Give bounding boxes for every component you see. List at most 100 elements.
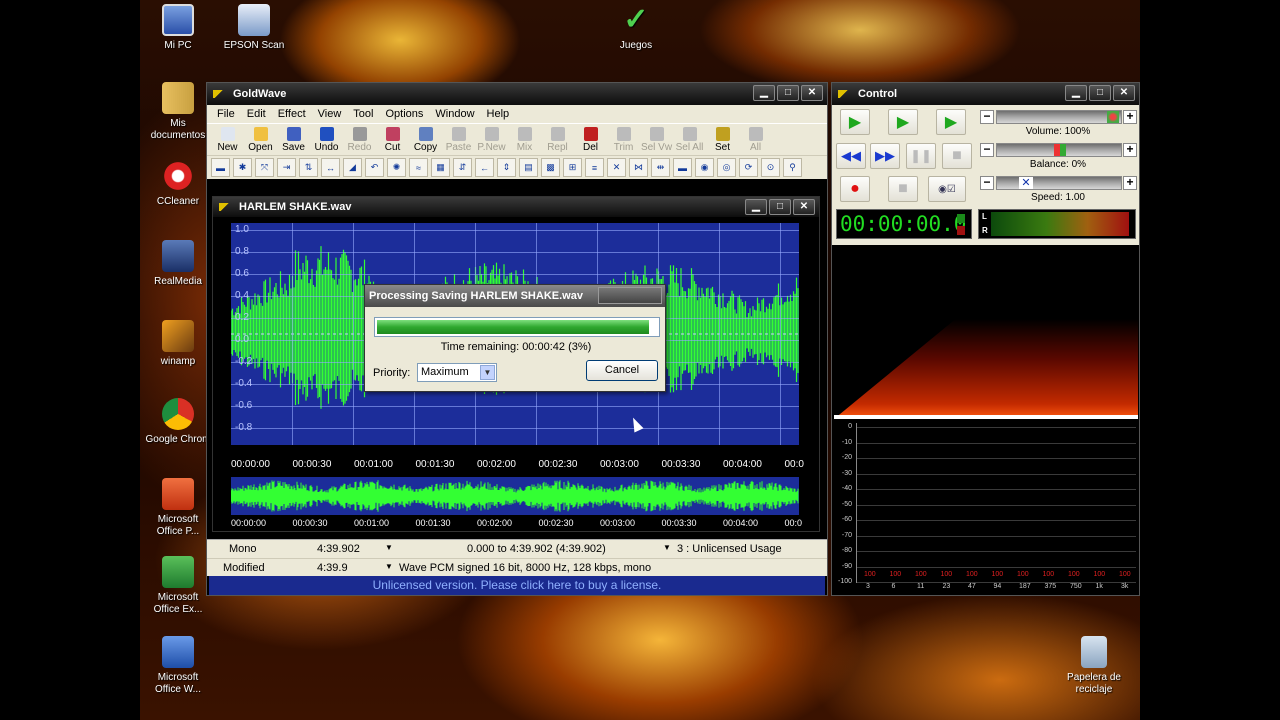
toolbar-mix-button[interactable]: Mix <box>508 127 541 153</box>
desktop-icon-my-computer[interactable]: Mi PC <box>138 4 218 52</box>
toolbar-sel-vw-button[interactable]: Sel Vw <box>640 127 673 153</box>
license-banner[interactable]: Unlicensed version. Please click here to… <box>209 576 825 595</box>
maximize-button[interactable]: □ <box>777 85 799 101</box>
effect-tool-icon[interactable]: ← <box>475 158 494 177</box>
control-titlebar[interactable]: Control ▁ □ ✕ <box>832 83 1139 105</box>
speed-increase-button[interactable]: + <box>1123 176 1137 190</box>
balance-slider[interactable] <box>996 143 1122 157</box>
effect-tool-icon[interactable]: ✺ <box>387 158 406 177</box>
effect-tool-icon[interactable]: ⇅ <box>299 158 318 177</box>
effect-tool-icon[interactable]: ↔ <box>321 158 340 177</box>
play-from-cursor-icon[interactable]: ▶ <box>936 109 966 135</box>
volume-thumb[interactable] <box>1107 111 1119 123</box>
menu-tool[interactable]: Tool <box>347 108 379 120</box>
toolbar-cut-button[interactable]: Cut <box>376 127 409 153</box>
effect-tool-icon[interactable]: ⇥ <box>277 158 296 177</box>
play-icon[interactable]: ▶ <box>840 109 870 135</box>
toolbar-open-button[interactable]: Open <box>244 127 277 153</box>
balance-increase-button[interactable]: + <box>1123 143 1137 157</box>
effect-tool-icon[interactable]: ▬ <box>211 158 230 177</box>
toolbar-p-new-button[interactable]: P.New <box>475 127 508 153</box>
record-icon[interactable]: ● <box>840 176 870 202</box>
menu-window[interactable]: Window <box>429 108 480 120</box>
effect-tool-icon[interactable]: ⚲ <box>783 158 802 177</box>
effect-tool-icon[interactable]: ▦ <box>431 158 450 177</box>
menu-file[interactable]: File <box>211 108 241 120</box>
toolbar-new-button[interactable]: New <box>211 127 244 153</box>
chevron-down-icon[interactable]: ▼ <box>385 543 393 552</box>
effect-tool-icon[interactable]: ◢ <box>343 158 362 177</box>
close-button[interactable]: ✕ <box>793 199 815 215</box>
speed-slider[interactable]: ✕ <box>996 176 1122 190</box>
volume-increase-button[interactable]: + <box>1123 110 1137 124</box>
toolbar-redo-button[interactable]: Redo <box>343 127 376 153</box>
record-options-icon[interactable]: ◉☑ <box>928 176 966 202</box>
effect-tool-icon[interactable]: ≈ <box>409 158 428 177</box>
volume-slider[interactable] <box>996 110 1122 124</box>
menu-options[interactable]: Options <box>379 108 429 120</box>
toolbar-paste-button[interactable]: Paste <box>442 127 475 153</box>
desktop-icon-epson-scan[interactable]: EPSON Scan <box>214 4 294 52</box>
balance-decrease-button[interactable]: − <box>980 143 994 157</box>
toolbar-sel-all-button[interactable]: Sel All <box>673 127 706 153</box>
sound-titlebar[interactable]: HARLEM SHAKE.wav ▁ □ ✕ <box>213 197 819 217</box>
toolbar-set-button[interactable]: Set <box>706 127 739 153</box>
minimize-button[interactable]: ▁ <box>1065 85 1087 101</box>
effect-tool-icon[interactable]: ⊞ <box>563 158 582 177</box>
effect-tool-icon[interactable]: ▤ <box>519 158 538 177</box>
volume-decrease-button[interactable]: − <box>980 110 994 124</box>
effect-tool-icon[interactable]: ⋈ <box>629 158 648 177</box>
dialog-titlebar[interactable]: Processing Saving HARLEM SHAKE.wav <box>365 285 665 307</box>
overview-waveform[interactable] <box>231 477 799 515</box>
stop-icon[interactable]: ■ <box>942 143 972 169</box>
chevron-down-icon[interactable]: ▼ <box>663 543 671 552</box>
dialog-title-buttons[interactable] <box>598 287 662 304</box>
toolbar-del-button[interactable]: Del <box>574 127 607 153</box>
effect-tool-icon[interactable]: ✕ <box>607 158 626 177</box>
effect-tool-icon[interactable]: ◎ <box>717 158 736 177</box>
play-selection-icon[interactable]: ▶ <box>888 109 918 135</box>
menu-view[interactable]: View <box>312 108 348 120</box>
effect-tool-icon[interactable]: ◉ <box>695 158 714 177</box>
effect-tool-icon[interactable]: ⇹ <box>651 158 670 177</box>
minimize-button[interactable]: ▁ <box>753 85 775 101</box>
rewind-icon[interactable]: ◀◀ <box>836 143 866 169</box>
toolbar-trim-button[interactable]: Trim <box>607 127 640 153</box>
effect-tool-icon[interactable]: ▩ <box>541 158 560 177</box>
chevron-down-icon[interactable]: ▼ <box>385 562 393 571</box>
close-button[interactable]: ✕ <box>801 85 823 101</box>
effect-tool-icon[interactable]: ⊙ <box>761 158 780 177</box>
balance-thumb[interactable] <box>1054 144 1066 156</box>
speed-thumb[interactable]: ✕ <box>1019 177 1033 189</box>
timeline-ruler[interactable]: 00:00:00 00:00:30 00:01:00 00:01:30 00:02:00… <box>231 455 804 475</box>
menu-edit[interactable]: Edit <box>241 108 272 120</box>
effect-tool-icon[interactable]: ≡ <box>585 158 604 177</box>
fast-forward-icon[interactable]: ▶▶ <box>870 143 900 169</box>
toolbar-repl-button[interactable]: Repl <box>541 127 574 153</box>
toolbar-undo-button[interactable]: Undo <box>310 127 343 153</box>
goldwave-titlebar[interactable]: GoldWave ▁ □ ✕ <box>207 83 827 105</box>
toolbar-all-button[interactable]: All <box>739 127 772 153</box>
minimize-button[interactable]: ▁ <box>745 199 767 215</box>
close-button[interactable]: ✕ <box>1113 85 1135 101</box>
maximize-button[interactable]: □ <box>1089 85 1111 101</box>
menu-effect[interactable]: Effect <box>272 108 312 120</box>
cancel-button[interactable]: Cancel <box>586 360 658 381</box>
effect-tool-icon[interactable]: ⤧ <box>255 158 274 177</box>
chevron-down-icon[interactable]: ▼ <box>480 365 495 380</box>
desktop-icon-juegos[interactable]: ✓ Juegos <box>596 4 676 52</box>
stop-record-icon[interactable]: ■ <box>888 176 918 202</box>
toolbar-copy-button[interactable]: Copy <box>409 127 442 153</box>
desktop-icon-word[interactable]: Microsoft Office W... <box>138 636 218 696</box>
toolbar-save-button[interactable]: Save <box>277 127 310 153</box>
menu-help[interactable]: Help <box>481 108 516 120</box>
desktop-icon-recycle-bin[interactable]: Papelera de reciclaje <box>1054 636 1134 696</box>
speed-decrease-button[interactable]: − <box>980 176 994 190</box>
effect-tool-icon[interactable]: ▬ <box>673 158 692 177</box>
pause-icon[interactable]: ❚❚ <box>906 143 936 169</box>
effect-tool-icon[interactable]: ⟳ <box>739 158 758 177</box>
effect-tool-icon[interactable]: ⇵ <box>453 158 472 177</box>
effect-tool-icon[interactable]: ⇕ <box>497 158 516 177</box>
effect-tool-icon[interactable]: ✱ <box>233 158 252 177</box>
effect-tool-icon[interactable]: ↶ <box>365 158 384 177</box>
